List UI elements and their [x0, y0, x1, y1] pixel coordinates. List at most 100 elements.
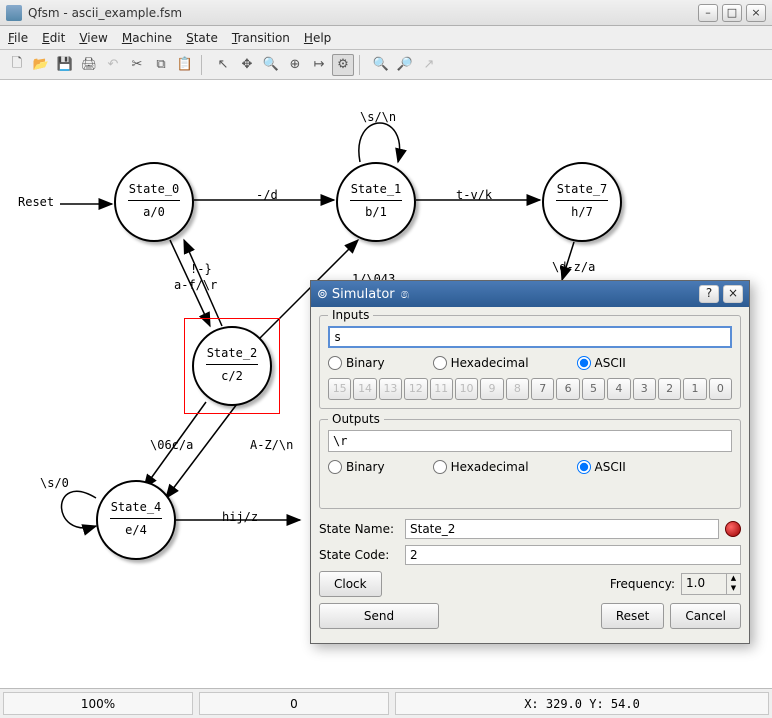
add-transition-icon[interactable]: ↦ — [308, 54, 330, 76]
trans-s0-s2-b[interactable]: a-f/\r — [174, 278, 217, 292]
print-icon[interactable]: 🖨 — [78, 54, 100, 76]
window-titlebar: Qfsm - ascii_example.fsm – □ × — [0, 0, 772, 26]
bit-7[interactable]: 7 — [531, 378, 554, 400]
trans-s1-s7[interactable]: t-v/k — [456, 188, 492, 202]
outputs-radio-ascii[interactable]: ASCII — [577, 460, 626, 474]
state-0-out: a/0 — [116, 205, 192, 219]
trans-s0-s2-a[interactable]: !-} — [190, 262, 212, 276]
bit-6[interactable]: 6 — [556, 378, 579, 400]
minimize-button[interactable]: – — [698, 4, 718, 22]
menu-help[interactable]: Help — [304, 31, 331, 45]
dialog-icon: ⊚ — [317, 287, 328, 302]
status-zoom: 100% — [3, 692, 193, 715]
zoom-in-icon[interactable]: 🔍 — [370, 54, 392, 76]
paste-icon[interactable]: 📋 — [174, 54, 196, 76]
status-selected: 0 — [199, 692, 389, 715]
close-button[interactable]: × — [746, 4, 766, 22]
statusbar: 100% 0 X: 329.0 Y: 54.0 — [0, 688, 772, 718]
frequency-spinner[interactable]: 1.0 ▲▼ — [681, 573, 741, 595]
new-icon[interactable]: 🗋 — [6, 54, 28, 76]
cut-icon[interactable]: ✂ — [126, 54, 148, 76]
state-1-name: State_1 — [338, 182, 414, 196]
bit-3[interactable]: 3 — [633, 378, 656, 400]
outputs-field — [328, 430, 732, 452]
trans-s1-self[interactable]: \s/\n — [360, 110, 396, 124]
state-7-name: State_7 — [544, 182, 620, 196]
dialog-close-button[interactable]: × — [723, 285, 743, 303]
bit-8[interactable]: 8 — [506, 378, 529, 400]
inputs-radio-hex[interactable]: Hexadecimal — [433, 356, 529, 370]
bit-9[interactable]: 9 — [480, 378, 503, 400]
reset-button[interactable]: Reset — [601, 603, 665, 629]
app-icon — [6, 5, 22, 21]
inputs-bits: 15 14 13 12 11 10 9 8 7 6 5 4 3 2 1 0 — [328, 378, 732, 400]
arrow-icon[interactable]: ↗ — [418, 54, 440, 76]
bit-5[interactable]: 5 — [582, 378, 605, 400]
menu-transition[interactable]: Transition — [232, 31, 290, 45]
bit-2[interactable]: 2 — [658, 378, 681, 400]
zoom-out-icon[interactable]: 🔎 — [394, 54, 416, 76]
state-7[interactable]: State_7 h/7 — [542, 162, 622, 242]
maximize-button[interactable]: □ — [722, 4, 742, 22]
trans-s2-s4-b[interactable]: A-Z/\n — [250, 438, 293, 452]
trans-s4-self[interactable]: \s/0 — [40, 476, 69, 490]
simulator-dialog[interactable]: ⊚ Simulator ෧ ? × Inputs Binary Hexadeci… — [310, 280, 750, 644]
state-code-row: State Code: 2 — [319, 545, 741, 565]
inputs-legend: Inputs — [328, 308, 373, 322]
open-icon[interactable]: 📂 — [30, 54, 52, 76]
cancel-button[interactable]: Cancel — [670, 603, 741, 629]
inputs-radio-binary[interactable]: Binary — [328, 356, 385, 370]
zoom-tool-icon[interactable]: 🔍 — [260, 54, 282, 76]
menu-state[interactable]: State — [186, 31, 218, 45]
bit-11[interactable]: 11 — [430, 378, 453, 400]
swirl-icon: ෧ — [401, 287, 409, 302]
inputs-field[interactable] — [328, 326, 732, 348]
send-button[interactable]: Send — [319, 603, 439, 629]
state-led-icon — [725, 521, 741, 537]
outputs-radio-hex[interactable]: Hexadecimal — [433, 460, 529, 474]
select-tool-icon[interactable]: ↖ — [212, 54, 234, 76]
dialog-titlebar[interactable]: ⊚ Simulator ෧ ? × — [311, 281, 749, 307]
menu-edit[interactable]: Edit — [42, 31, 65, 45]
bit-0[interactable]: 0 — [709, 378, 732, 400]
menu-machine[interactable]: Machine — [122, 31, 172, 45]
bit-15[interactable]: 15 — [328, 378, 351, 400]
bit-1[interactable]: 1 — [683, 378, 706, 400]
add-state-icon[interactable]: ⊕ — [284, 54, 306, 76]
dialog-help-button[interactable]: ? — [699, 285, 719, 303]
menu-file[interactable]: File — [8, 31, 28, 45]
bit-13[interactable]: 13 — [379, 378, 402, 400]
state-2[interactable]: State_2 c/2 — [192, 326, 272, 406]
bit-10[interactable]: 10 — [455, 378, 478, 400]
trans-s0-s1[interactable]: -/d — [256, 188, 278, 202]
state-name-label: State Name: — [319, 522, 399, 536]
menu-view[interactable]: View — [79, 31, 107, 45]
state-2-name: State_2 — [194, 346, 270, 360]
undo-icon[interactable]: ↶ — [102, 54, 124, 76]
state-1[interactable]: State_1 b/1 — [336, 162, 416, 242]
simulate-icon[interactable]: ⚙ — [332, 54, 354, 76]
state-4[interactable]: State_4 e/4 — [96, 480, 176, 560]
trans-s2-s4-a[interactable]: \06c/a — [150, 438, 193, 452]
toolbar-sep-1 — [201, 55, 207, 75]
bit-14[interactable]: 14 — [353, 378, 376, 400]
reset-label: Reset — [18, 195, 54, 209]
outputs-group: Outputs Binary Hexadecimal ASCII — [319, 419, 741, 509]
state-code-label: State Code: — [319, 548, 399, 562]
freq-down-icon[interactable]: ▼ — [726, 584, 740, 594]
freq-up-icon[interactable]: ▲ — [726, 574, 740, 584]
bit-12[interactable]: 12 — [404, 378, 427, 400]
trans-s4-right[interactable]: hij/z — [222, 510, 258, 524]
copy-icon[interactable]: ⧉ — [150, 54, 172, 76]
state-7-out: h/7 — [544, 205, 620, 219]
bit-4[interactable]: 4 — [607, 378, 630, 400]
pan-tool-icon[interactable]: ✥ — [236, 54, 258, 76]
frequency-value[interactable]: 1.0 — [682, 574, 726, 594]
state-0[interactable]: State_0 a/0 — [114, 162, 194, 242]
clock-button[interactable]: Clock — [319, 571, 382, 597]
trans-s7-down[interactable]: \d-z/a — [552, 260, 595, 274]
inputs-radio-ascii[interactable]: ASCII — [577, 356, 626, 370]
outputs-radio-binary[interactable]: Binary — [328, 460, 385, 474]
save-icon[interactable]: 💾 — [54, 54, 76, 76]
state-0-name: State_0 — [116, 182, 192, 196]
